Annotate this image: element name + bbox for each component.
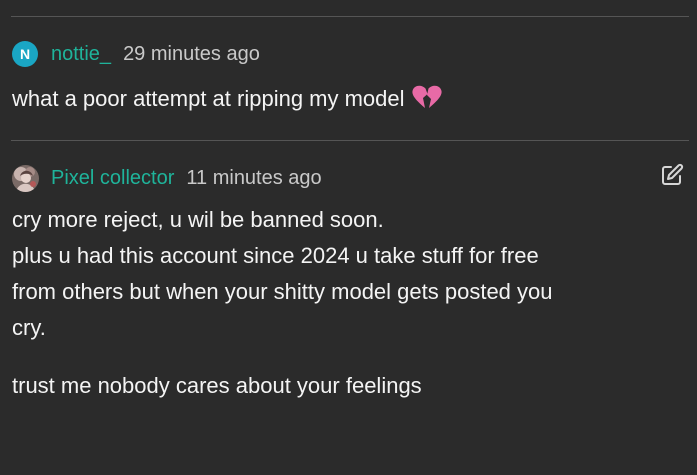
broken-heart-icon	[411, 84, 443, 121]
edit-icon	[660, 163, 684, 192]
comment-text-line: cry more reject, u wil be banned soon.	[12, 207, 384, 232]
comment-text-line: from others but when your shitty model g…	[12, 279, 553, 304]
comment-thread: N nottie_ 29 minutes ago what a poor att…	[0, 0, 697, 475]
divider	[11, 16, 689, 17]
comment-meta: Pixel collector 11 minutes ago	[12, 164, 685, 192]
comment: Pixel collector 11 minutes ago cry more …	[12, 163, 685, 404]
divider	[11, 140, 689, 141]
author-name[interactable]: Pixel collector	[51, 167, 174, 190]
comment-text-line: cry.	[12, 315, 46, 340]
timestamp[interactable]: 11 minutes ago	[186, 167, 321, 190]
comment: N nottie_ 29 minutes ago what a poor att…	[12, 40, 685, 121]
comment-text: cry more reject, u wil be banned soon. p…	[12, 202, 685, 404]
comment-text: what a poor attempt at ripping my model	[12, 81, 685, 121]
avatar[interactable]	[12, 164, 39, 192]
author-name[interactable]: nottie_	[51, 43, 111, 66]
edit-button[interactable]	[659, 163, 685, 192]
comment-text-line: what a poor attempt at ripping my model	[12, 86, 405, 111]
timestamp[interactable]: 29 minutes ago	[123, 43, 260, 66]
comment-text-line: plus u had this account since 2024 u tak…	[12, 243, 539, 268]
comment-text-line: trust me nobody cares about your feeling…	[12, 373, 422, 398]
comment-meta: N nottie_ 29 minutes ago	[12, 40, 685, 68]
avatar[interactable]: N	[12, 41, 38, 67]
avatar-initial: N	[19, 46, 31, 62]
